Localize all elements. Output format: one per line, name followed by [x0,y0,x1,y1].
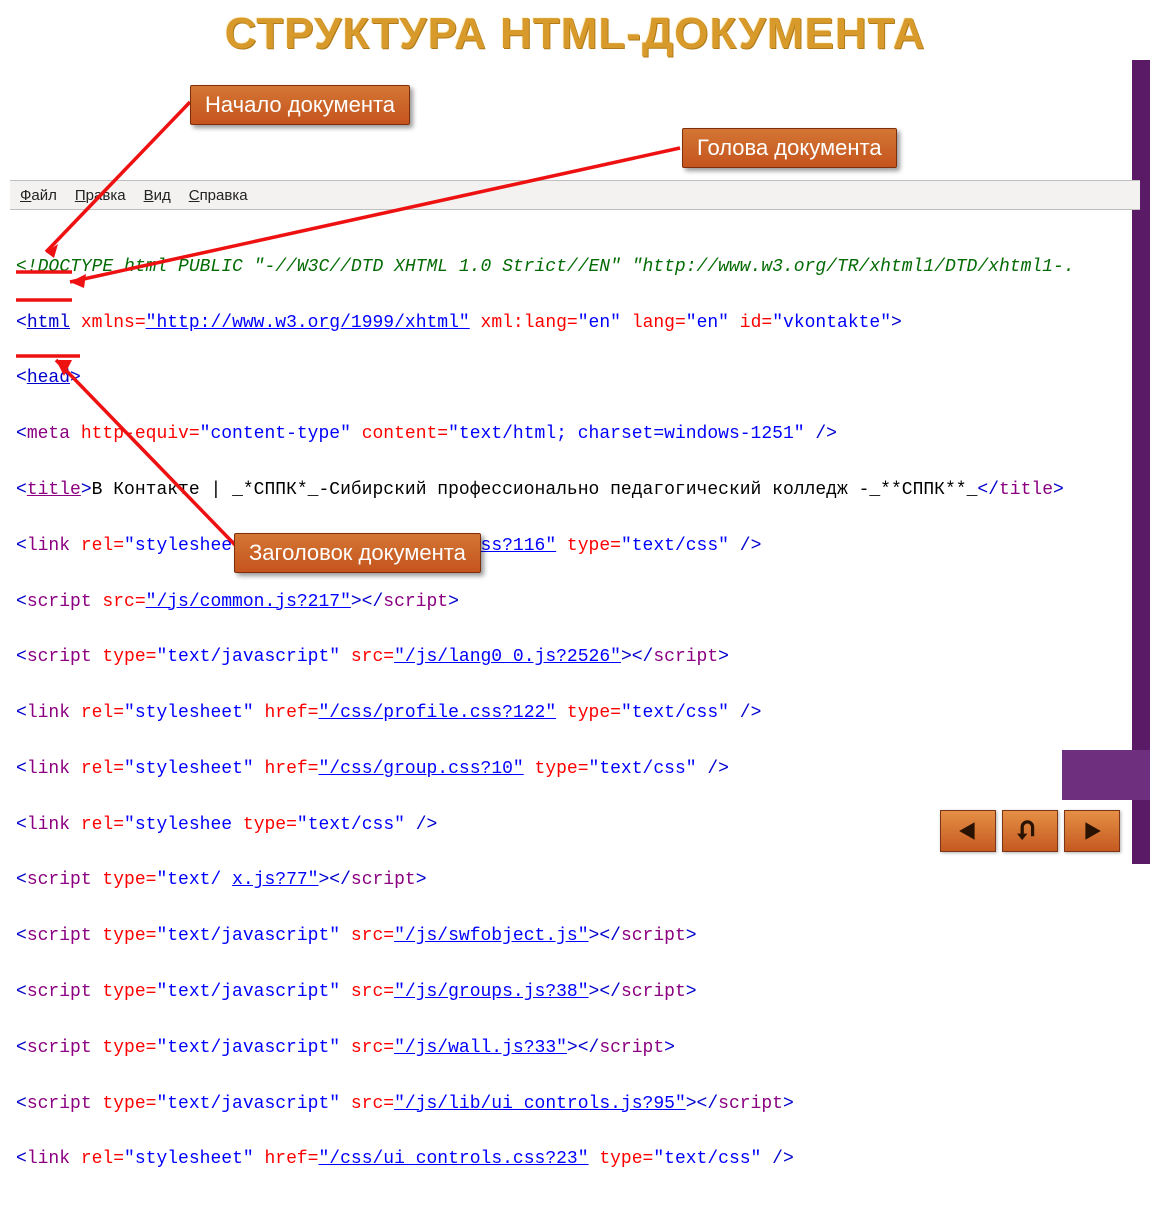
html-tag: html [27,313,70,333]
title-tag: title [27,480,81,500]
triangle-left-icon [957,820,979,842]
corner-decor [1062,750,1150,800]
callout-document-head: Голова документа [682,128,897,168]
menu-help[interactable]: Справка [189,187,248,204]
slide-title: СТРУКТУРА HTML-ДОКУМЕНТА [0,0,1150,58]
prev-button[interactable] [940,810,996,852]
triangle-right-icon [1081,820,1103,842]
menu-view[interactable]: Вид [144,187,171,204]
doctype-line: <!DOCTYPE html PUBLIC "-//W3C//DTD XHTML… [16,257,1075,277]
head-tag: head [27,368,70,388]
menu-file[interactable]: Файл [20,187,57,204]
source-code-view: <!DOCTYPE html PUBLIC "-//W3C//DTD XHTML… [16,226,1140,1230]
slide-nav [940,810,1120,852]
callout-document-title: Заголовок документа [234,533,481,573]
menu-edit[interactable]: Правка [75,187,126,204]
home-button[interactable] [1002,810,1058,852]
u-turn-icon [1017,820,1043,842]
editor-menubar[interactable]: Файл Правка Вид Справка [10,180,1140,210]
callout-document-start: Начало документа [190,85,410,125]
next-button[interactable] [1064,810,1120,852]
